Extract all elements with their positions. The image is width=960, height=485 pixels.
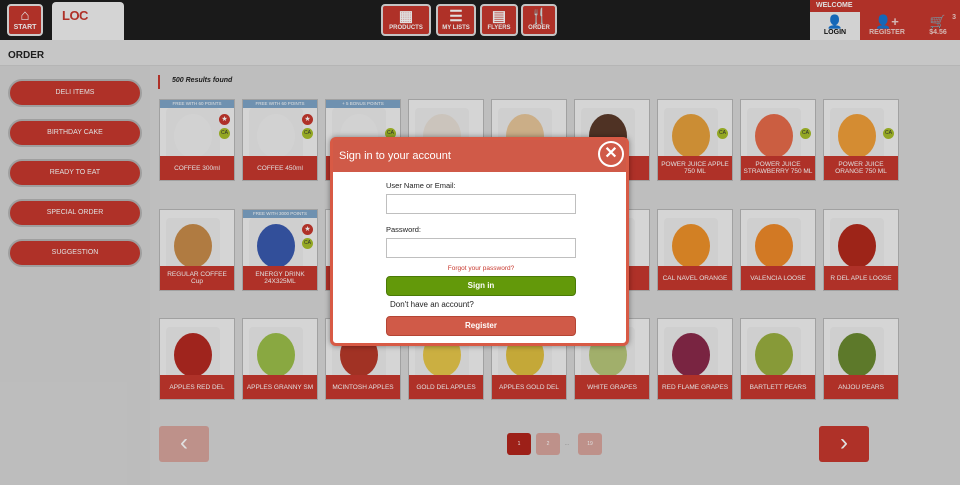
register-button[interactable]: Register <box>386 316 576 336</box>
username-input[interactable] <box>386 194 576 214</box>
no-account-text: Don't have an account? <box>390 300 474 309</box>
signin-modal: Sign in to your account ✕ User Name or E… <box>330 137 629 346</box>
forgot-password-link[interactable]: Forgot your password? <box>386 265 576 272</box>
username-label: User Name or Email: <box>386 181 456 190</box>
signin-button[interactable]: Sign in <box>386 276 576 296</box>
close-icon: ✕ <box>604 145 618 162</box>
password-input[interactable] <box>386 238 576 258</box>
password-label: Password: <box>386 225 422 234</box>
close-modal-button[interactable]: ✕ <box>598 141 624 167</box>
modal-title: Sign in to your account <box>333 140 626 172</box>
